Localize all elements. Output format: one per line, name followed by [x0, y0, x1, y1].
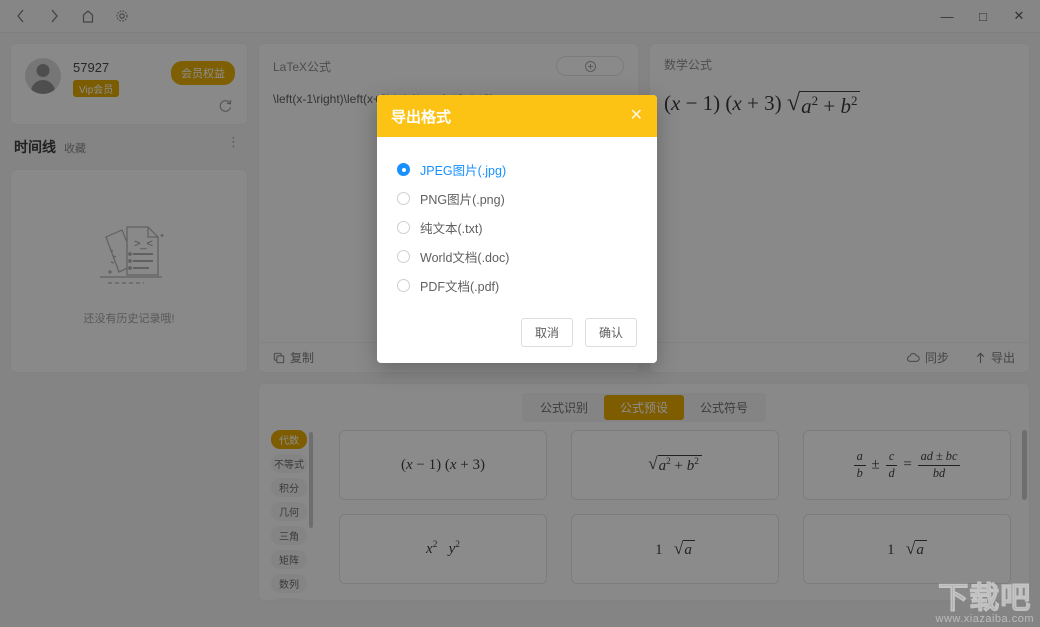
dialog-body: JPEG图片(.jpg) PNG图片(.png) 纯文本(.txt) World… [377, 137, 657, 310]
export-format-dialog: 导出格式 ✕ JPEG图片(.jpg) PNG图片(.png) 纯文本(.txt… [377, 95, 657, 363]
radio-doc[interactable] [397, 250, 410, 263]
dialog-header: 导出格式 ✕ [377, 95, 657, 137]
option-doc-label: World文档(.doc) [420, 247, 509, 266]
option-jpeg[interactable]: JPEG图片(.jpg) [397, 155, 637, 184]
application-window: — □ ✕ 57927 Vip会员 [0, 0, 1040, 627]
radio-jpeg[interactable] [397, 163, 410, 176]
radio-txt[interactable] [397, 221, 410, 234]
dialog-footer: 取消 确认 [377, 310, 657, 363]
option-png[interactable]: PNG图片(.png) [397, 184, 637, 213]
option-pdf-label: PDF文档(.pdf) [420, 276, 499, 295]
dialog-close-icon[interactable]: ✕ [630, 108, 643, 124]
option-doc[interactable]: World文档(.doc) [397, 242, 637, 271]
cancel-button[interactable]: 取消 [521, 318, 573, 347]
radio-png[interactable] [397, 192, 410, 205]
option-txt-label: 纯文本(.txt) [420, 218, 483, 237]
confirm-button[interactable]: 确认 [585, 318, 637, 347]
option-jpeg-label: JPEG图片(.jpg) [420, 160, 506, 179]
radio-pdf[interactable] [397, 279, 410, 292]
option-txt[interactable]: 纯文本(.txt) [397, 213, 637, 242]
option-png-label: PNG图片(.png) [420, 189, 505, 208]
option-pdf[interactable]: PDF文档(.pdf) [397, 271, 637, 300]
dialog-title: 导出格式 [391, 106, 451, 127]
